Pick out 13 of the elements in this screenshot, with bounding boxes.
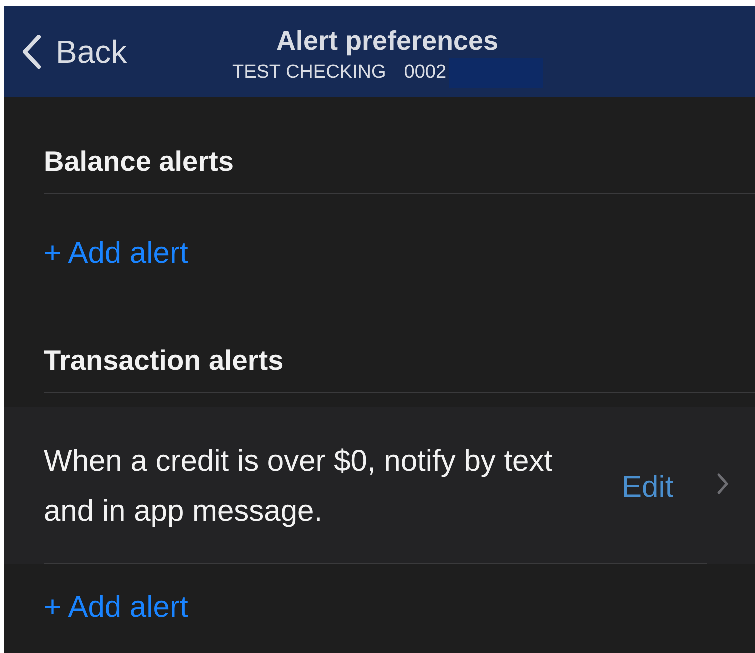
account-number: 0002 [404, 61, 447, 85]
chevron-left-icon [22, 34, 42, 68]
alert-row[interactable]: When a credit is over $0, notify by text and in app message. Edit [4, 407, 755, 564]
back-button[interactable]: Back [4, 28, 128, 76]
section-title: Transaction alerts [44, 345, 284, 376]
section-title: Balance alerts [44, 146, 234, 177]
screen-title: Alert preferences [276, 25, 499, 58]
alert-description: When a credit is over $0, notify by text and in app message. [44, 444, 554, 530]
account-name: TEST CHECKING [232, 61, 386, 85]
add-alert-link[interactable]: + Add alert [44, 234, 188, 274]
edit-link[interactable]: Edit [622, 464, 674, 510]
chevron-right-icon [717, 473, 729, 495]
add-alert-link[interactable]: + Add alert [44, 588, 188, 628]
